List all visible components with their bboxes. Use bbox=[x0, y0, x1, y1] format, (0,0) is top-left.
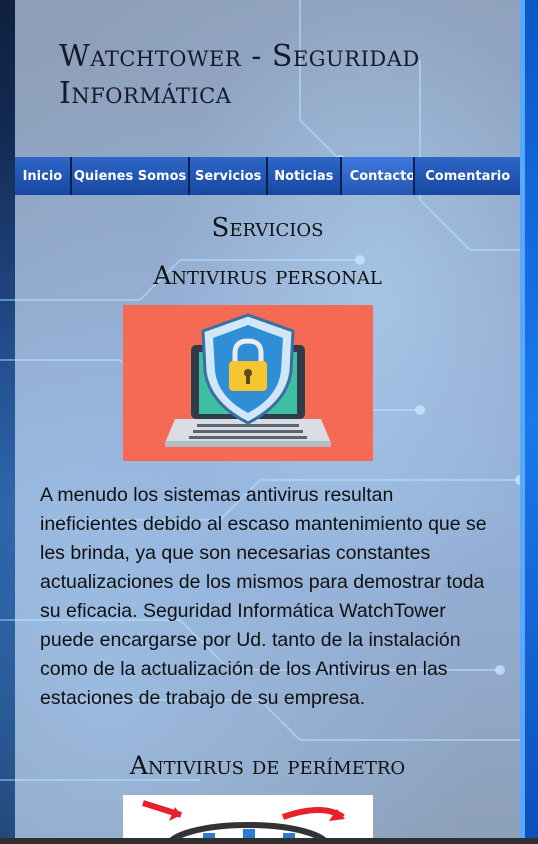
section-title-antivirus-personal: Antivirus personal bbox=[153, 261, 382, 290]
nav-item-quienes-somos[interactable]: Quienes Somos bbox=[71, 157, 191, 195]
nav-item-noticias[interactable]: Noticias bbox=[267, 157, 342, 195]
page-panel: Watchtower - Seguridad Informática Inici… bbox=[15, 0, 520, 838]
section1-paragraph: A menudo los sistemas antivirus resultan… bbox=[40, 484, 487, 709]
bottom-strip bbox=[0, 838, 538, 844]
laptop-shield-lock-icon bbox=[123, 305, 373, 461]
network-perimeter-icon bbox=[123, 795, 373, 838]
nav-item-inicio[interactable]: Inicio bbox=[15, 157, 72, 195]
page-heading: Servicios bbox=[211, 213, 324, 243]
main-nav: Inicio Quienes Somos Servicios Noticias … bbox=[15, 157, 520, 195]
right-edge-bar bbox=[520, 0, 538, 844]
nav-item-servicios[interactable]: Servicios bbox=[190, 157, 268, 195]
nav-item-contacto[interactable]: Contacto bbox=[341, 157, 416, 195]
section-title-antivirus-perimetro: Antivirus de perímetro bbox=[129, 751, 406, 780]
site-title: Watchtower - Seguridad Informática bbox=[59, 39, 420, 111]
nav-item-comentario[interactable]: Comentario bbox=[415, 157, 520, 195]
